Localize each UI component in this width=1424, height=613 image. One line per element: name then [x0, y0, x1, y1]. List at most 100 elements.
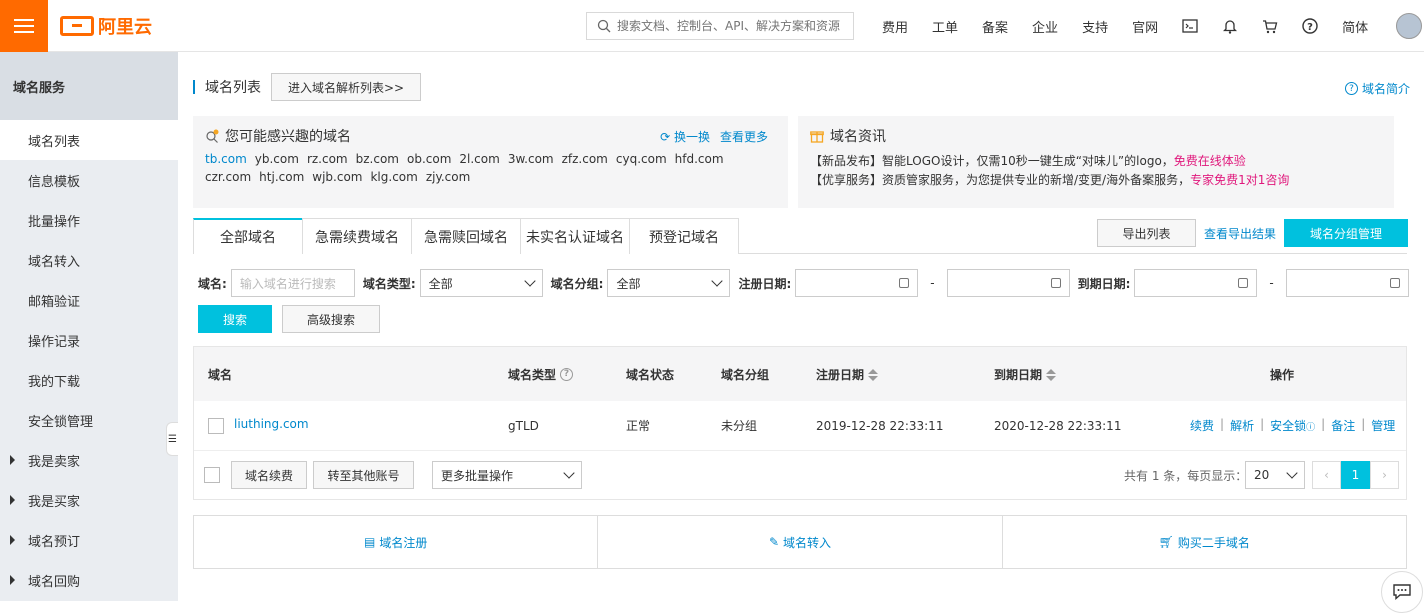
reg-date-start[interactable]: [795, 269, 919, 297]
nav-official-site[interactable]: 官网: [1120, 17, 1170, 36]
group-select[interactable]: 全部: [607, 269, 731, 297]
sidebar-item-domain-list[interactable]: 域名列表: [0, 120, 178, 160]
suggested-domain[interactable]: wjb.com: [312, 170, 362, 184]
sidebar-item-info-template[interactable]: 信息模板: [0, 160, 178, 200]
global-search[interactable]: [586, 12, 854, 40]
manage-link[interactable]: 管理: [1371, 417, 1395, 434]
header-reg-date[interactable]: 注册日期: [816, 366, 879, 383]
view-export-link[interactable]: 查看导出结果: [1204, 225, 1276, 242]
sidebar-collapse-handle[interactable]: ☰: [166, 422, 178, 456]
sidebar-item-batch-ops[interactable]: 批量操作: [0, 200, 178, 240]
header-type-label: 域名类型: [508, 367, 557, 382]
goto-dns-list-button[interactable]: 进入域名解析列表>>: [271, 73, 422, 101]
pencil-icon: ✎: [768, 535, 780, 549]
nav-icp[interactable]: 备案: [970, 17, 1020, 36]
language-switch[interactable]: 简体: [1330, 17, 1380, 36]
exp-date-start[interactable]: [1134, 269, 1258, 297]
buy-secondhand-action[interactable]: 🛒︎ 购买二手域名: [1003, 516, 1406, 568]
tab-urgent-redeem[interactable]: 急需赎回域名: [411, 218, 521, 254]
nav-enterprise[interactable]: 企业: [1020, 17, 1070, 36]
chat-support-button[interactable]: [1381, 571, 1423, 613]
suggested-domain[interactable]: rz.com: [307, 152, 348, 166]
suggested-domain[interactable]: cyq.com: [616, 152, 667, 166]
export-list-button[interactable]: 导出列表: [1097, 219, 1196, 247]
type-select[interactable]: 全部: [419, 269, 543, 297]
suggested-domain[interactable]: klg.com: [370, 170, 417, 184]
tab-pre-registration[interactable]: 预登记域名: [629, 218, 739, 254]
help-circle-icon[interactable]: ?: [560, 367, 574, 381]
global-search-input[interactable]: [617, 19, 847, 33]
suggested-domain[interactable]: hfd.com: [675, 152, 724, 166]
batch-renew-button[interactable]: 域名续费: [231, 461, 307, 489]
suggested-domain[interactable]: bz.com: [356, 152, 399, 166]
sidebar-item-reserve[interactable]: 域名预订: [0, 520, 178, 560]
sidebar-title: 域名服务: [0, 52, 178, 120]
row-checkbox[interactable]: [208, 417, 224, 434]
page-size-select[interactable]: 20: [1245, 461, 1305, 489]
tab-all-domains[interactable]: 全部域名: [193, 218, 303, 254]
remark-link[interactable]: 备注: [1331, 417, 1355, 434]
domain-name-link[interactable]: liuthing.com: [234, 417, 309, 431]
page-number[interactable]: 1: [1341, 461, 1370, 489]
sidebar-item-op-log[interactable]: 操作记录: [0, 320, 178, 360]
suggested-domain[interactable]: yb.com: [255, 152, 299, 166]
help-icon[interactable]: ?: [1290, 0, 1330, 52]
news-link[interactable]: 专家免费1对1咨询: [1190, 173, 1289, 187]
news-panel: 域名资讯 【新品发布】智能LOGO设计，仅需10秒一键生成“对味儿”的logo，…: [798, 116, 1394, 208]
sidebar-item-buyer[interactable]: 我是买家: [0, 480, 178, 520]
dns-link[interactable]: 解析: [1230, 417, 1254, 434]
security-lock-link[interactable]: 安全锁ⓘ: [1270, 417, 1315, 434]
bell-icon[interactable]: [1210, 0, 1250, 52]
top-bar: 阿里云 费用 工单 备案 企业 支持 官网 ? 简体: [0, 0, 1424, 52]
nav-fees[interactable]: 费用: [870, 17, 920, 36]
tab-urgent-renew[interactable]: 急需续费域名: [302, 218, 412, 254]
sidebar-item-security-lock[interactable]: 安全锁管理: [0, 400, 178, 440]
exp-date-end[interactable]: [1285, 269, 1409, 297]
domain-search-input[interactable]: 输入域名进行搜索: [230, 269, 355, 297]
reg-date-end[interactable]: [946, 269, 1070, 297]
select-all-checkbox[interactable]: [204, 467, 220, 483]
suggested-domain[interactable]: zjy.com: [426, 170, 470, 184]
news-link[interactable]: 免费在线体验: [1174, 154, 1246, 168]
suggested-domain[interactable]: 3w.com: [508, 152, 554, 166]
terminal-icon[interactable]: [1170, 0, 1210, 52]
sidebar-item-transfer-in[interactable]: 域名转入: [0, 240, 178, 280]
sort-icon: [1046, 369, 1057, 381]
date-separator: -: [930, 276, 935, 290]
sidebar-item-downloads[interactable]: 我的下载: [0, 360, 178, 400]
advanced-search-button[interactable]: 高级搜索: [282, 305, 380, 333]
transfer-domain-action[interactable]: ✎ 域名转入: [598, 516, 1003, 568]
next-page-button[interactable]: ›: [1370, 461, 1399, 489]
domain-intro-link[interactable]: ? 域名简介: [1344, 80, 1410, 97]
view-more-link[interactable]: 查看更多: [720, 128, 768, 145]
refresh-link[interactable]: ⟳ 换一换: [660, 128, 710, 145]
sidebar-item-email-verify[interactable]: 邮箱验证: [0, 280, 178, 320]
domain-intro-label: 域名简介: [1361, 82, 1410, 96]
search-row: 搜索 高级搜索: [198, 305, 380, 333]
group-select-value: 全部: [616, 276, 641, 291]
suggested-domain[interactable]: zfz.com: [562, 152, 608, 166]
transfer-account-button[interactable]: 转至其他账号: [313, 461, 414, 489]
sidebar-item-seller[interactable]: 我是卖家: [0, 440, 178, 480]
group-manage-button[interactable]: 域名分组管理: [1284, 219, 1409, 247]
search-button[interactable]: 搜索: [198, 305, 272, 333]
nav-support[interactable]: 支持: [1070, 17, 1120, 36]
register-domain-action[interactable]: ▤ 域名注册: [194, 516, 599, 568]
header-exp-date[interactable]: 到期日期: [994, 366, 1057, 383]
renew-link[interactable]: 续费: [1190, 417, 1214, 434]
suggested-domain[interactable]: czr.com: [205, 170, 251, 184]
suggested-domain[interactable]: htj.com: [259, 170, 304, 184]
nav-tickets[interactable]: 工单: [920, 17, 970, 36]
sidebar-item-buyback[interactable]: 域名回购: [0, 560, 178, 600]
prev-page-button[interactable]: ‹: [1312, 461, 1341, 489]
batch-ops-select[interactable]: 更多批量操作: [432, 461, 582, 489]
suggested-domain[interactable]: 2l.com: [459, 152, 499, 166]
hamburger-menu-button[interactable]: [0, 0, 48, 52]
user-avatar[interactable]: [1396, 13, 1422, 39]
suggested-domain[interactable]: ob.com: [407, 152, 451, 166]
suggested-domain[interactable]: tb.com: [205, 152, 247, 166]
cart-icon[interactable]: [1250, 0, 1290, 52]
tab-unverified[interactable]: 未实名认证域名: [520, 218, 630, 254]
aliyun-logo[interactable]: 阿里云: [60, 14, 152, 38]
calendar-icon: [899, 278, 910, 288]
